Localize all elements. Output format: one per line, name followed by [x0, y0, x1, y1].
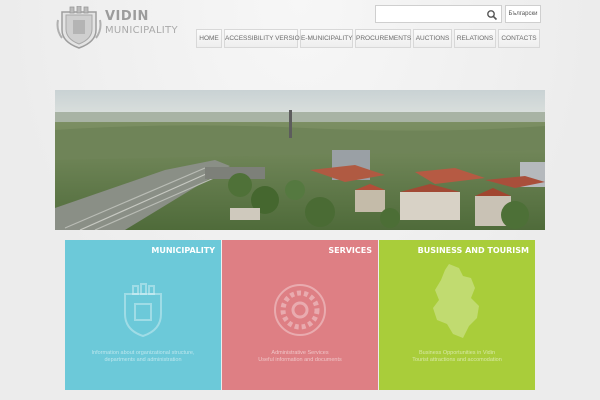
tile-description: Administrative Services Useful informati… — [258, 350, 342, 363]
site-logo[interactable]: VIDIN MUNICIPALITY — [56, 6, 178, 49]
tile-title: MUNICIPALITY — [151, 246, 215, 255]
brand-subtitle: MUNICIPALITY — [105, 25, 178, 36]
nav-procurements[interactable]: PROCUREMENTS — [355, 29, 411, 48]
language-switch-button[interactable]: Български — [505, 5, 541, 23]
hero-city-photo — [55, 90, 545, 230]
tile-municipality[interactable]: MUNICIPALITY Information about organizat… — [65, 240, 221, 390]
coat-of-arms-icon — [124, 283, 162, 338]
nav-relations[interactable]: RELATIONS — [454, 29, 496, 48]
brand-title: VIDIN — [105, 9, 149, 24]
search-icon[interactable] — [486, 8, 498, 21]
nav-e-municipality[interactable]: E-MUNICIPALITY — [300, 29, 353, 48]
nav-auctions[interactable]: AUCTIONS — [413, 29, 452, 48]
coat-of-arms-icon — [56, 6, 102, 49]
tile-description: Business Opportunities in Vidin Tourist … — [412, 350, 502, 363]
nav-home[interactable]: HOME — [196, 29, 222, 48]
tile-title: BUSINESS AND TOURISM — [417, 246, 529, 255]
gear-icon — [274, 284, 326, 336]
map-icon — [433, 264, 479, 338]
nav-accessibility-version[interactable]: ACCESSIBILITY VERSION — [224, 29, 304, 48]
tile-description: Information about organizational structu… — [91, 350, 195, 363]
nav-contacts[interactable]: CONTACTS — [498, 29, 540, 48]
search-input[interactable] — [379, 7, 484, 21]
tile-title: SERVICES — [328, 246, 372, 255]
tile-services[interactable]: SERVICES Administrative Services Useful … — [222, 240, 378, 390]
search-box — [375, 5, 502, 23]
tile-business-and-tourism[interactable]: BUSINESS AND TOURISM Business Opportunit… — [379, 240, 535, 390]
